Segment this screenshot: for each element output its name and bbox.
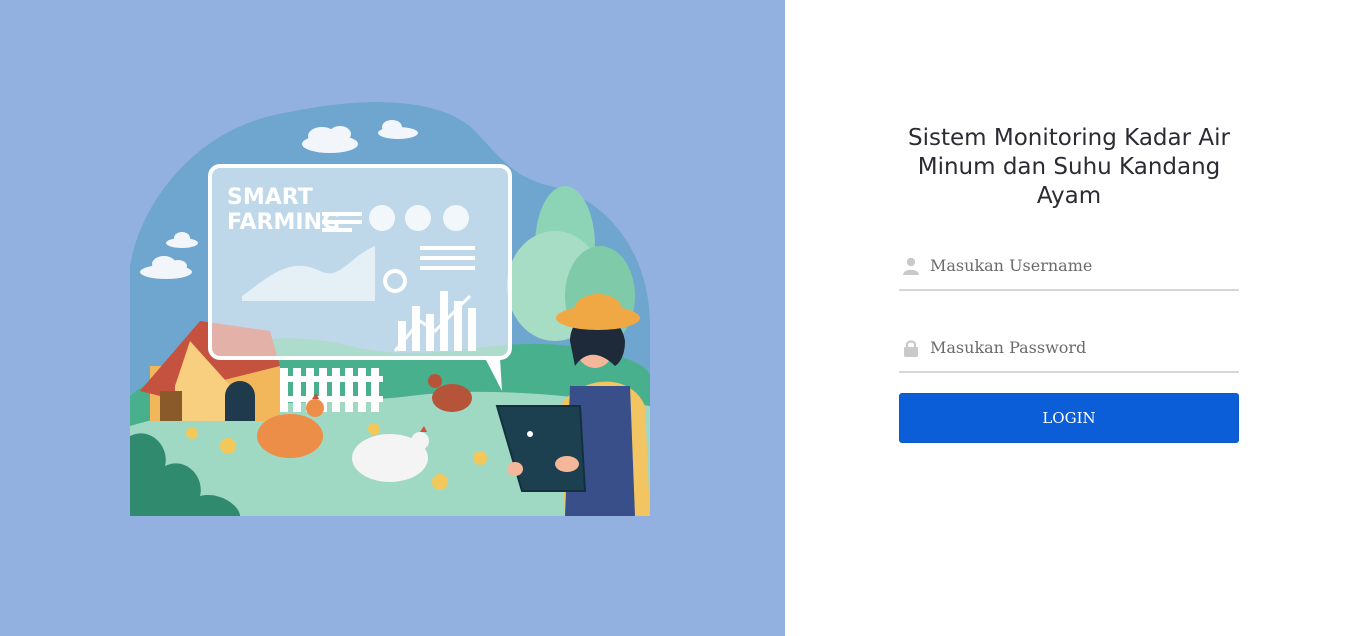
smart-farming-illustration: SMART FARMING — [130, 102, 650, 516]
board-title-line1: SMART — [227, 185, 313, 210]
username-field — [899, 243, 1239, 291]
password-field — [899, 325, 1239, 373]
user-icon — [903, 257, 919, 275]
login-button[interactable]: LOGIN — [899, 393, 1239, 443]
username-input[interactable] — [930, 249, 1230, 281]
login-panel — [785, 0, 1366, 636]
password-input[interactable] — [930, 331, 1230, 363]
lock-icon — [904, 340, 918, 357]
page-title: Sistem Monitoring Kadar Air Minum dan Su… — [908, 125, 1230, 209]
illustration-panel: SMART FARMING — [0, 0, 785, 636]
